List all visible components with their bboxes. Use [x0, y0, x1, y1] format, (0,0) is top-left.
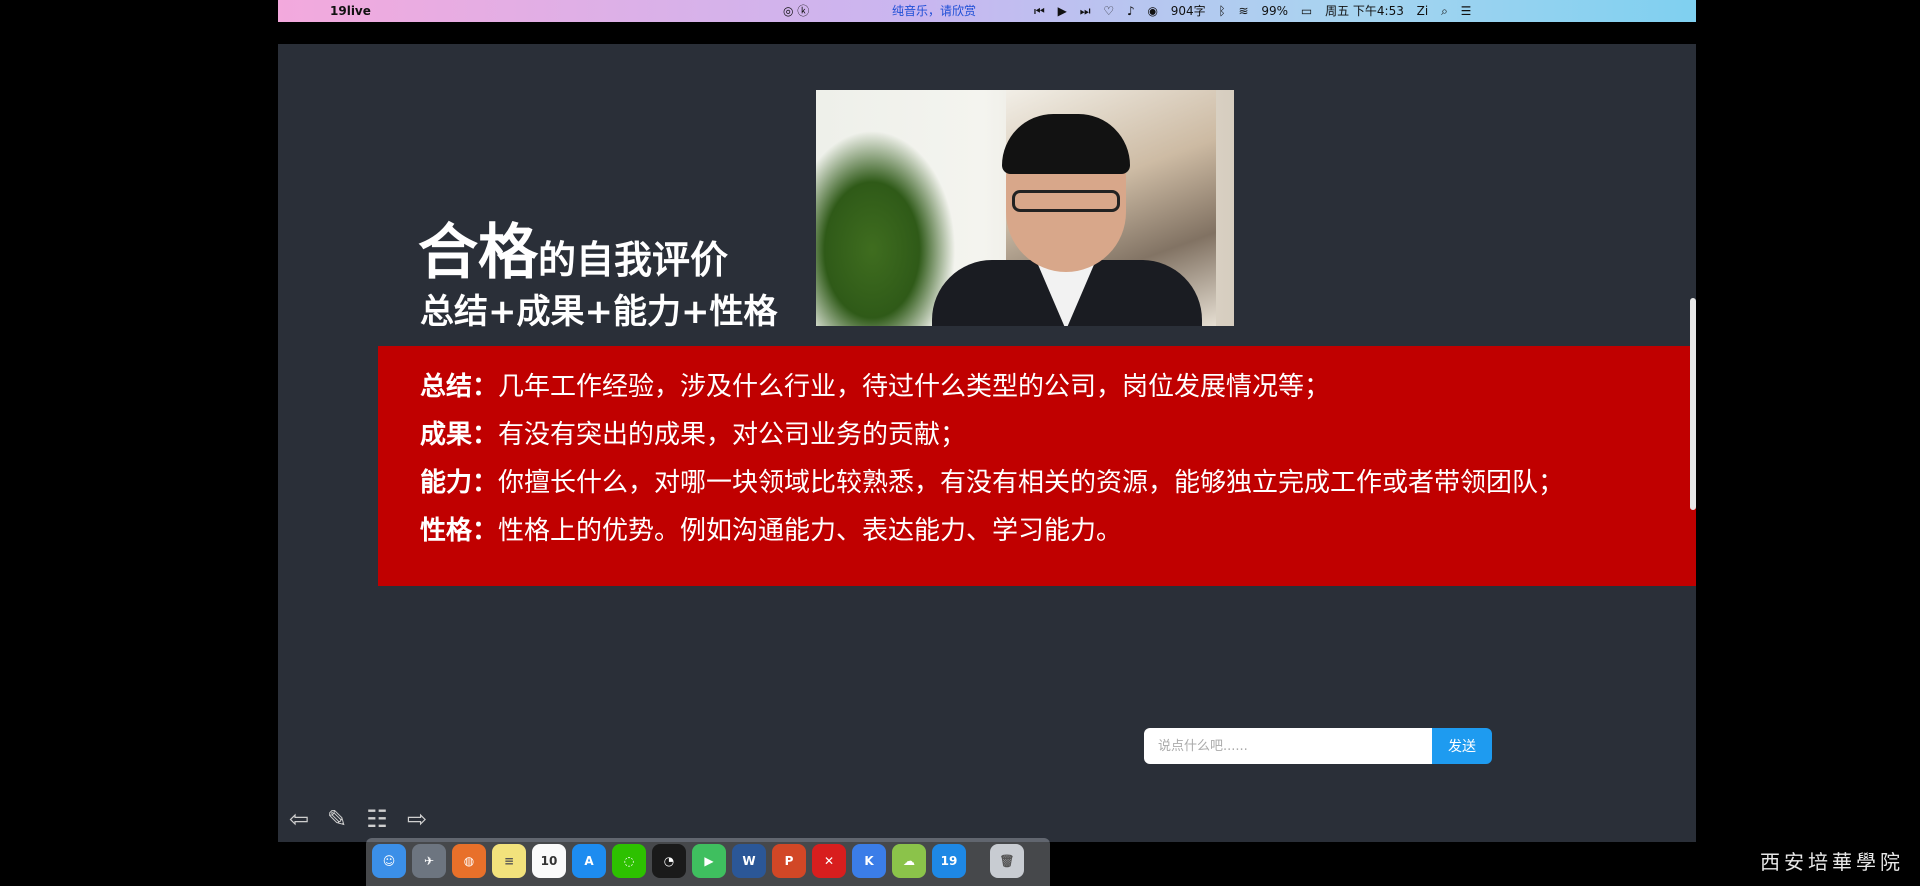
cloud-app-icon[interactable]: ☁	[892, 844, 926, 878]
next-track-icon[interactable]: ⏭	[1080, 4, 1091, 18]
battery-icon[interactable]: ▭	[1301, 4, 1312, 18]
slide-title-big: 合格	[418, 218, 538, 288]
app-store-icon[interactable]: A	[572, 844, 606, 878]
status-icons-left[interactable]: ◎ ⓚ	[783, 0, 809, 22]
wifi-icon[interactable]: ≋	[1239, 4, 1249, 18]
powerpoint-icon[interactable]: P	[772, 844, 806, 878]
bell-icon[interactable]: ♪	[1127, 4, 1135, 18]
line-summary: 总结：几年工作经验，涉及什么行业，待过什么类型的公司，岗位发展情况等；	[420, 366, 1330, 403]
video-player-icon[interactable]: ▶	[692, 844, 726, 878]
menu-list-icon[interactable]: ☰	[1461, 4, 1472, 18]
play-icon[interactable]: ▶	[1058, 4, 1067, 18]
word-count[interactable]: 904字	[1171, 4, 1206, 18]
firefox-icon[interactable]: ◍	[452, 844, 486, 878]
dock: ☺ ✈ ◍ ≡ 10 A ◌ ◔ ▶ W P ✕ K ☁ 19 🗑	[366, 838, 1050, 886]
side-panel-handle[interactable]	[1690, 298, 1696, 510]
eye-icon[interactable]: ◉	[1147, 4, 1157, 18]
send-button[interactable]: 发送	[1432, 728, 1492, 764]
line-ability: 能力：你擅长什么，对哪一块领域比较熟悉，有没有相关的资源，能够独立完成工作或者带…	[420, 462, 1564, 499]
datetime[interactable]: 周五 下午4:53	[1325, 4, 1404, 18]
previous-track-icon[interactable]: ⏮	[1034, 4, 1045, 18]
k-app-icon[interactable]: K	[852, 844, 886, 878]
qq-icon[interactable]: ◔	[652, 844, 686, 878]
slide-subtitle: 总结+成果+能力+性格	[420, 292, 778, 332]
slide-title: 合格的自我评价	[418, 204, 728, 291]
watermark: 西安培華學院	[1760, 850, 1904, 874]
app-name[interactable]: 19live	[330, 0, 371, 22]
line-personality: 性格：性格上的优势。例如沟通能力、表达能力、学习能力。	[420, 510, 1122, 547]
wechat-icon[interactable]: ◌	[612, 844, 646, 878]
live-app-icon[interactable]: 19	[932, 844, 966, 878]
line-label: 成果：	[420, 420, 499, 450]
line-achievement: 成果：有没有突出的成果，对公司业务的贡献；	[420, 414, 966, 451]
slide-title-small: 的自我评价	[538, 238, 729, 282]
launchpad-icon[interactable]: ✈	[412, 844, 446, 878]
screen: 19live ◎ ⓚ 纯音乐，请欣赏 ⏮ ▶ ⏭ ♡ ♪ ◉ 904字 ᛒ ≋ …	[278, 0, 1696, 842]
line-text: 性格上的优势。例如沟通能力、表达能力、学习能力。	[498, 516, 1123, 546]
line-text: 有没有突出的成果，对公司业务的贡献；	[498, 420, 967, 450]
content-box: 总结：几年工作经验，涉及什么行业，待过什么类型的公司，岗位发展情况等； 成果：有…	[378, 346, 1696, 586]
heart-icon[interactable]: ♡	[1103, 4, 1114, 18]
finder-icon[interactable]: ☺	[372, 844, 406, 878]
chat-input[interactable]	[1144, 728, 1432, 764]
calendar-icon[interactable]: 10	[532, 844, 566, 878]
menubar: 19live ◎ ⓚ 纯音乐，请欣赏 ⏮ ▶ ⏭ ♡ ♪ ◉ 904字 ᛒ ≋ …	[278, 0, 1696, 22]
line-label: 能力：	[420, 468, 499, 498]
line-label: 总结：	[420, 372, 499, 402]
music-status[interactable]: 纯音乐，请欣赏	[892, 0, 976, 22]
video-plant	[816, 130, 956, 326]
trash-icon[interactable]: 🗑	[990, 844, 1024, 878]
word-icon[interactable]: W	[732, 844, 766, 878]
slide-viewer: 合格的自我评价 总结+成果+能力+性格 总结：几年工作经验，涉及什么行业，待过什…	[278, 44, 1696, 842]
line-text: 你擅长什么，对哪一块领域比较熟悉，有没有相关的资源，能够独立完成工作或者带领团队…	[498, 468, 1565, 498]
presenter-video[interactable]	[816, 90, 1234, 326]
search-icon[interactable]: ⌕	[1441, 4, 1448, 18]
input-method[interactable]: Zi	[1417, 4, 1429, 18]
notes-app-icon[interactable]: ≡	[492, 844, 526, 878]
pencil-icon[interactable]: ✎	[322, 804, 352, 834]
arrow-left-icon[interactable]: ⇦	[284, 804, 314, 834]
bluetooth-icon[interactable]: ᛒ	[1218, 4, 1225, 18]
battery-percent[interactable]: 99%	[1261, 4, 1288, 18]
status-icons-right: ⏮ ▶ ⏭ ♡ ♪ ◉ 904字 ᛒ ≋ 99% ▭ 周五 下午4:53 Zi …	[1034, 0, 1480, 22]
notes-icon[interactable]: ☷	[362, 804, 392, 834]
line-text: 几年工作经验，涉及什么行业，待过什么类型的公司，岗位发展情况等；	[498, 372, 1331, 402]
xmind-icon[interactable]: ✕	[812, 844, 846, 878]
line-label: 性格：	[420, 516, 499, 546]
video-glasses	[1012, 190, 1120, 212]
arrow-right-icon[interactable]: ⇨	[402, 804, 432, 834]
